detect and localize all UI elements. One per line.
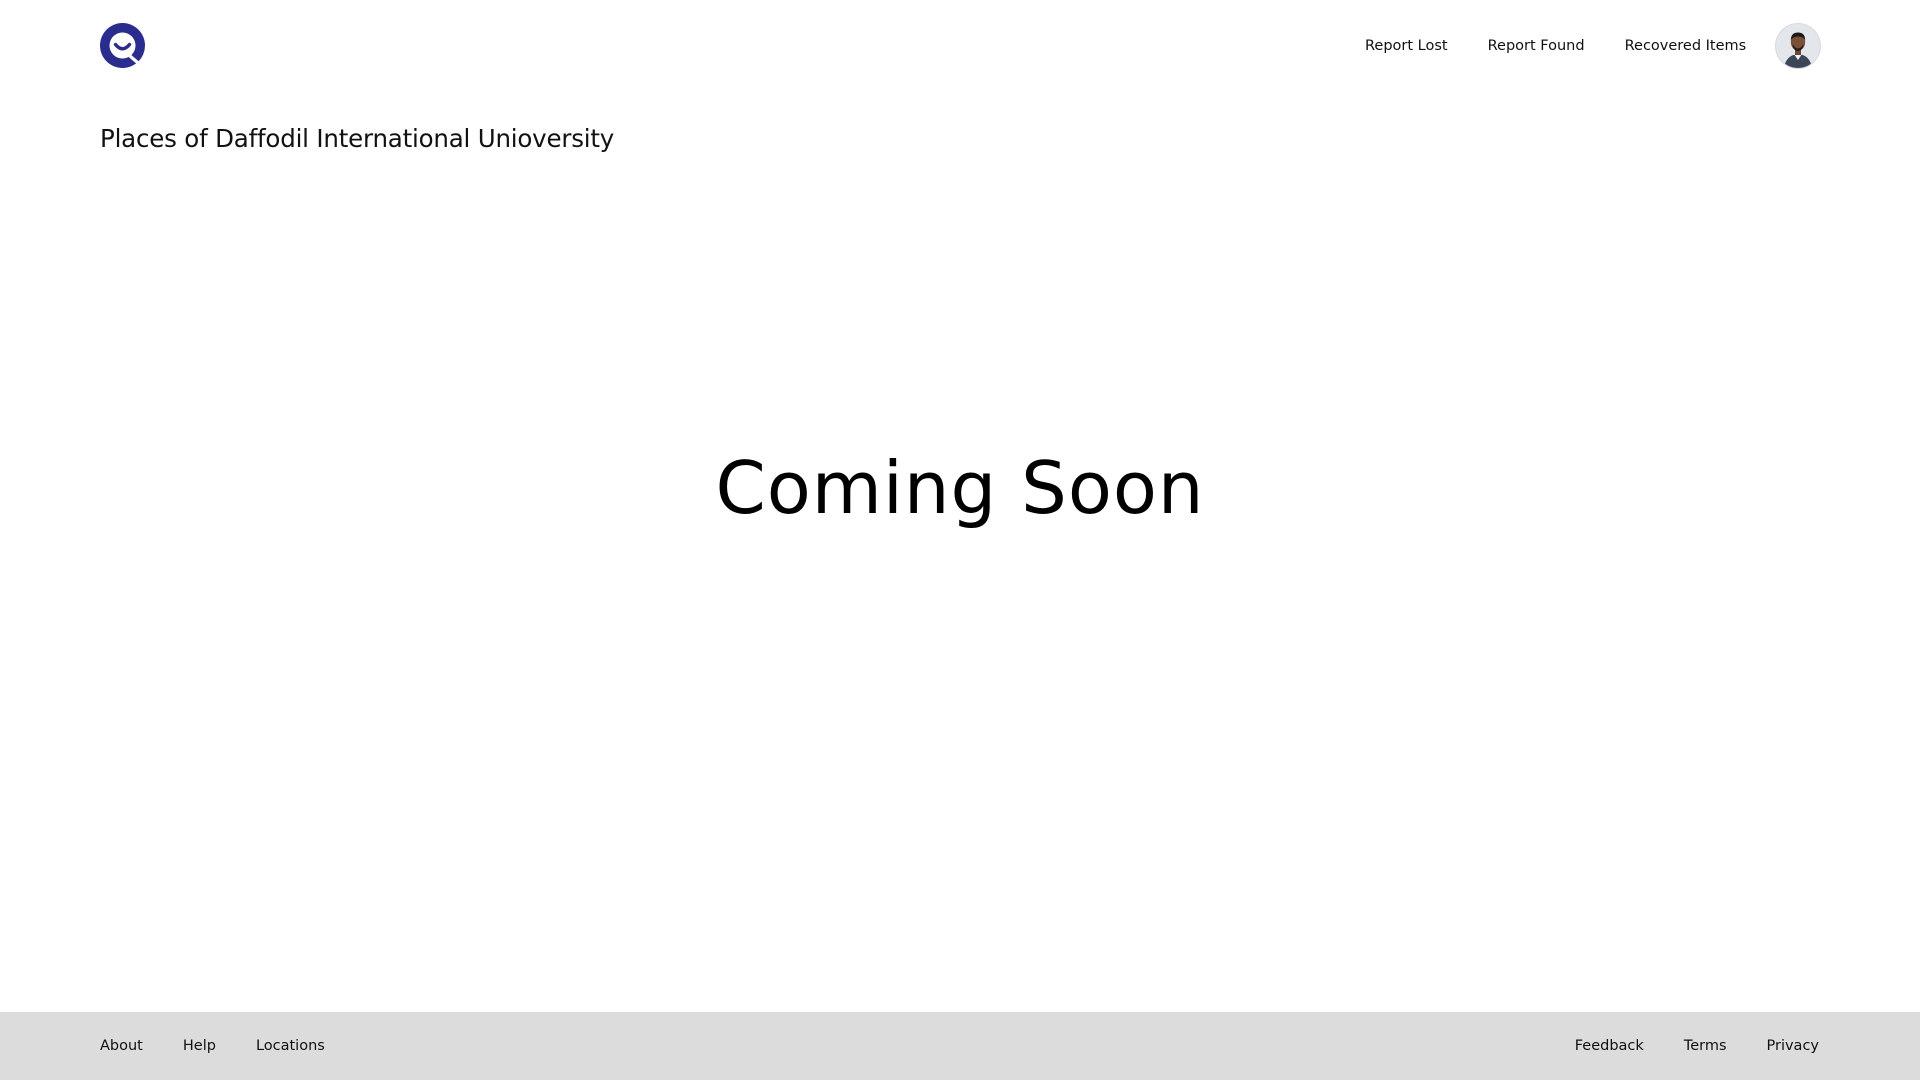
top-header: Report Lost Report Found Recovered Items [0, 0, 1920, 92]
footer-link-locations[interactable]: Locations [256, 1038, 325, 1054]
nav-report-found[interactable]: Report Found [1488, 38, 1585, 54]
avatar[interactable] [1776, 24, 1820, 68]
logo[interactable] [100, 23, 145, 68]
main-nav: Report Lost Report Found Recovered Items [1365, 34, 1746, 58]
footer-link-terms[interactable]: Terms [1684, 1038, 1727, 1054]
footer-left-links: About Help Locations [100, 1012, 325, 1080]
page: Report Lost Report Found Recovered Items… [0, 0, 1920, 1080]
footer-link-feedback[interactable]: Feedback [1575, 1038, 1644, 1054]
footer-link-help[interactable]: Help [183, 1038, 216, 1054]
footer-right-links: Feedback Terms Privacy [1575, 1012, 1819, 1080]
footer-link-about[interactable]: About [100, 1038, 143, 1054]
q-smile-logo-icon [100, 23, 145, 68]
user-avatar-icon [1776, 24, 1820, 68]
page-title: Places of Daffodil International Uniover… [100, 124, 615, 153]
nav-report-lost[interactable]: Report Lost [1365, 38, 1448, 54]
footer-link-privacy[interactable]: Privacy [1767, 1038, 1820, 1054]
nav-recovered-items[interactable]: Recovered Items [1625, 38, 1747, 54]
footer: About Help Locations Feedback Terms Priv… [0, 1012, 1920, 1080]
coming-soon-message: Coming Soon [715, 446, 1205, 530]
